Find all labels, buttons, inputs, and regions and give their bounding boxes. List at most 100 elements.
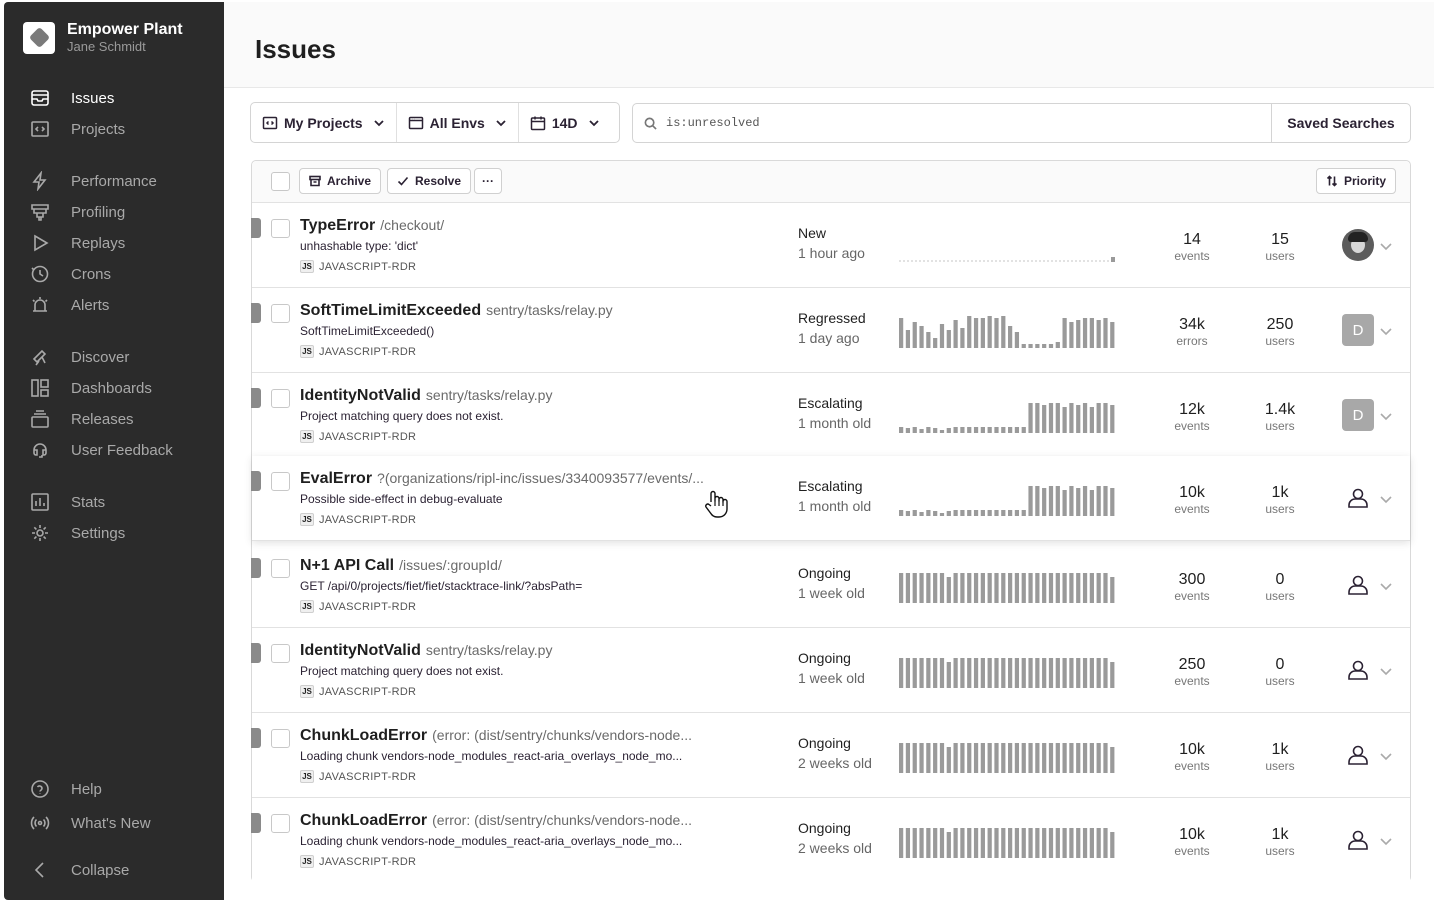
event-count[interactable]: 10k events <box>1152 826 1232 858</box>
user-count[interactable]: 0 users <box>1240 571 1320 603</box>
sparkline-bar <box>933 428 938 433</box>
issue-title[interactable]: SoftTimeLimitExceeded sentry/tasks/relay.… <box>300 302 613 320</box>
issue-row[interactable]: N+1 API Call/issues/:groupId/GET /api/0/… <box>251 543 1410 628</box>
event-count[interactable]: 14 events <box>1152 231 1232 263</box>
sidebar-item-profiling[interactable]: Profiling <box>30 200 125 224</box>
assignee-selector[interactable] <box>1342 739 1374 771</box>
issue-row[interactable]: IdentityNotValid sentry/tasks/relay.py Pro… <box>251 628 1410 713</box>
assignee-dropdown[interactable] <box>1379 834 1393 848</box>
issue-checkbox[interactable] <box>271 729 290 748</box>
sidebar-item-releases[interactable]: Releases <box>30 407 134 431</box>
assignee-dropdown[interactable] <box>1379 492 1393 506</box>
replays-icon <box>30 233 50 253</box>
sidebar-item-help[interactable]: Help <box>30 777 102 801</box>
search-input[interactable] <box>666 116 1246 130</box>
sidebar-item-user-feedback[interactable]: User Feedback <box>30 438 173 462</box>
issue-title[interactable]: N+1 API Call/issues/:groupId/ <box>300 557 502 575</box>
sidebar-item-replays[interactable]: Replays <box>30 231 125 255</box>
sidebar-item-dashboards[interactable]: Dashboards <box>30 376 152 400</box>
sidebar-item-stats[interactable]: Stats <box>30 490 105 514</box>
event-count[interactable]: 12k events <box>1152 401 1232 433</box>
sparkline-bar <box>967 743 972 773</box>
issue-row[interactable]: IdentityNotValid sentry/tasks/relay.py Pro… <box>251 373 1410 458</box>
issue-project[interactable]: JS JAVASCRIPT-RDR <box>300 600 416 613</box>
issue-title[interactable]: IdentityNotValid sentry/tasks/relay.py <box>300 387 552 405</box>
issue-title[interactable]: ChunkLoadError (error: (dist/sentry/chunk… <box>300 727 692 745</box>
issue-checkbox[interactable] <box>271 814 290 833</box>
user-count[interactable]: 1k users <box>1240 826 1320 858</box>
assignee-dropdown[interactable] <box>1379 239 1393 253</box>
issue-project[interactable]: JS JAVASCRIPT-RDR <box>300 260 416 273</box>
issue-project[interactable]: JS JAVASCRIPT-RDR <box>300 685 416 698</box>
issue-title[interactable]: TypeError/checkout/ <box>300 217 444 235</box>
assignee-selector[interactable] <box>1342 569 1374 601</box>
user-count[interactable]: 1k users <box>1240 741 1320 773</box>
issue-checkbox[interactable] <box>271 304 290 323</box>
sidebar-collapse-button[interactable]: Collapse <box>30 858 129 882</box>
issue-checkbox[interactable] <box>271 219 290 238</box>
issue-project[interactable]: JS JAVASCRIPT-RDR <box>300 770 416 783</box>
assignee-selector[interactable] <box>1342 482 1374 514</box>
user-count[interactable]: 15 users <box>1240 231 1320 263</box>
assignee-dropdown[interactable] <box>1379 749 1393 763</box>
issue-row[interactable]: ChunkLoadError (error: (dist/sentry/chunk… <box>251 713 1410 798</box>
issue-title[interactable]: IdentityNotValid sentry/tasks/relay.py <box>300 642 552 660</box>
project-filter-button[interactable]: My Projects <box>251 103 396 142</box>
issue-row[interactable]: ChunkLoadError (error: (dist/sentry/chunk… <box>251 798 1410 883</box>
sidebar-item-crons[interactable]: Crons <box>30 262 111 286</box>
assignee-dropdown[interactable] <box>1379 409 1393 423</box>
issue-project[interactable]: JS JAVASCRIPT-RDR <box>300 430 416 443</box>
issue-title[interactable]: ChunkLoadError (error: (dist/sentry/chunk… <box>300 812 692 830</box>
resolve-button[interactable]: Resolve <box>387 168 472 194</box>
org-switcher[interactable]: Empower Plant Jane Schmidt <box>23 20 183 55</box>
issue-sparkline <box>899 573 1115 603</box>
event-count[interactable]: 300 events <box>1152 571 1232 603</box>
issue-checkbox[interactable] <box>271 644 290 663</box>
sidebar-item-alerts[interactable]: Alerts <box>30 293 109 317</box>
issue-project[interactable]: JS JAVASCRIPT-RDR <box>300 855 416 868</box>
issue-title[interactable]: EvalError ?(organizations/ripl-inc/issues… <box>300 470 704 488</box>
select-all-checkbox[interactable] <box>271 172 290 191</box>
environment-filter-button[interactable]: All Envs <box>395 103 518 142</box>
sort-button[interactable]: Priority <box>1316 168 1397 194</box>
user-count[interactable]: 1.4k users <box>1240 401 1320 433</box>
issue-row[interactable]: EvalError ?(organizations/ripl-inc/issues… <box>251 456 1410 541</box>
user-count[interactable]: 250 users <box>1240 316 1320 348</box>
event-count[interactable]: 250 events <box>1152 656 1232 688</box>
sidebar-item-discover[interactable]: Discover <box>30 345 129 369</box>
archive-button[interactable]: Archive <box>299 168 382 194</box>
issue-project[interactable]: JS JAVASCRIPT-RDR <box>300 513 416 526</box>
assignee-selector[interactable]: D <box>1342 314 1374 346</box>
user-count[interactable]: 1k users <box>1240 484 1320 516</box>
saved-searches-button[interactable]: Saved Searches <box>1271 103 1411 143</box>
event-count[interactable]: 10k events <box>1152 484 1232 516</box>
date-filter-button[interactable]: 14D <box>517 103 611 142</box>
event-count[interactable]: 34k errors <box>1152 316 1232 348</box>
sidebar-item-whats-new[interactable]: What's New <box>30 811 151 835</box>
issue-row[interactable]: SoftTimeLimitExceeded sentry/tasks/relay.… <box>251 288 1410 373</box>
ellipsis-icon: ··· <box>482 174 494 188</box>
sparkline-bar <box>1001 316 1006 348</box>
assignee-dropdown[interactable] <box>1379 664 1393 678</box>
issue-checkbox[interactable] <box>271 559 290 578</box>
issue-checkbox[interactable] <box>271 389 290 408</box>
sidebar-item-performance[interactable]: Performance <box>30 169 157 193</box>
assignee-selector[interactable] <box>1342 824 1374 856</box>
sidebar-item-settings[interactable]: Settings <box>30 521 125 545</box>
more-actions-button[interactable]: ··· <box>474 168 502 194</box>
sparkline-bar <box>994 658 999 688</box>
priority-indicator <box>251 388 261 408</box>
assignee-selector[interactable] <box>1342 654 1374 686</box>
assignee-selector[interactable]: D <box>1342 399 1374 431</box>
user-count[interactable]: 0 users <box>1240 656 1320 688</box>
assignee-dropdown[interactable] <box>1379 579 1393 593</box>
sidebar-item-issues[interactable]: Issues <box>30 86 114 110</box>
issue-checkbox[interactable] <box>271 472 290 491</box>
issue-project[interactable]: JS JAVASCRIPT-RDR <box>300 345 416 358</box>
assignee-dropdown[interactable] <box>1379 324 1393 338</box>
sidebar-item-projects[interactable]: Projects <box>30 117 125 141</box>
issue-row[interactable]: TypeError/checkout/unhashable type: 'dic… <box>251 203 1410 288</box>
event-count[interactable]: 10k events <box>1152 741 1232 773</box>
sparkline-bar <box>1021 427 1026 433</box>
assignee-selector[interactable] <box>1342 229 1374 261</box>
